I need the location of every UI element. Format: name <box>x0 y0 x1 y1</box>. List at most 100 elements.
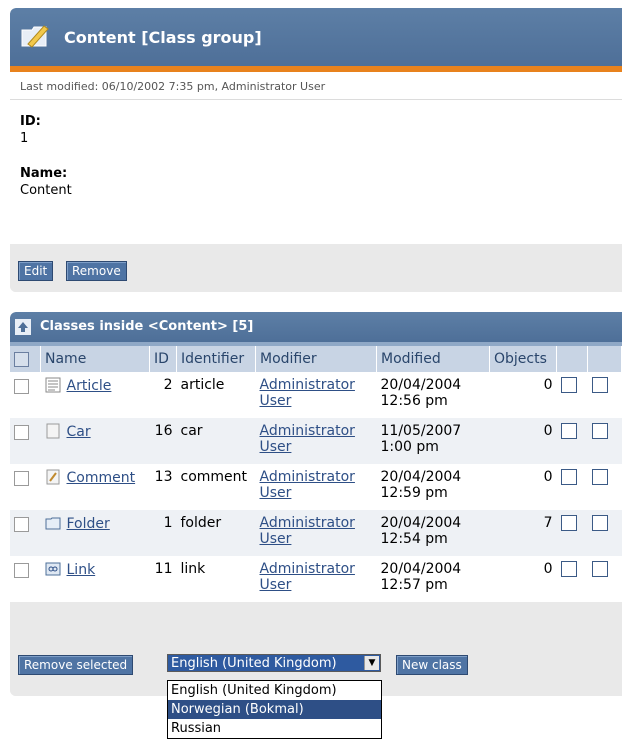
copy-icon[interactable] <box>560 515 577 531</box>
row-checkbox[interactable] <box>14 563 29 578</box>
page-title: Content [Class group] <box>64 28 262 47</box>
class-link[interactable]: Article <box>67 378 112 394</box>
language-option-english[interactable]: English (United Kingdom) <box>168 681 381 700</box>
modifier-link[interactable]: Administrator <box>260 423 355 439</box>
objects-count: 0 <box>489 418 557 464</box>
class-id: 2 <box>149 372 177 418</box>
class-link[interactable]: Comment <box>67 470 136 486</box>
edit-icon[interactable] <box>591 515 608 531</box>
col-identifier: Identifier <box>176 346 256 372</box>
class-link[interactable]: Link <box>67 562 96 578</box>
edit-icon[interactable] <box>591 469 608 485</box>
classes-table: Name ID Identifier Modifier Modified Obj… <box>10 346 622 602</box>
link-icon <box>45 562 60 576</box>
class-id: 16 <box>149 418 177 464</box>
row-checkbox[interactable] <box>14 379 29 394</box>
copy-icon[interactable] <box>560 561 577 577</box>
classes-title: Classes inside <Content> [5] <box>40 319 254 334</box>
edit-icon[interactable] <box>591 423 608 439</box>
up-arrow-icon[interactable] <box>15 319 31 335</box>
objects-count: 7 <box>489 510 557 556</box>
id-value: 1 <box>20 131 29 146</box>
class-id: 1 <box>149 510 177 556</box>
classes-header: Classes inside <Content> [5] <box>10 312 622 342</box>
modified-date: 20/04/2004 <box>380 561 462 577</box>
class-identifier: article <box>176 372 256 418</box>
class-identifier: car <box>176 418 256 464</box>
col-modifier: Modifier <box>255 346 377 372</box>
edit-icon[interactable] <box>591 561 608 577</box>
remove-selected-button[interactable]: Remove selected <box>18 655 134 675</box>
class-link[interactable]: Folder <box>67 516 110 532</box>
modifier-link-user[interactable]: User <box>260 531 292 547</box>
page: Content [Class group] Last modified: 06/… <box>0 0 622 740</box>
name-label: Name: <box>20 166 68 181</box>
row-checkbox[interactable] <box>14 425 29 440</box>
table-row: Folder 1 folder Administrator User 20/04/… <box>10 510 622 556</box>
modified-time: 12:59 pm <box>380 485 448 501</box>
modified-date: 20/04/2004 <box>380 469 462 485</box>
edit-icon[interactable] <box>591 377 608 393</box>
class-identifier: link <box>176 556 256 602</box>
modifier-link-user[interactable]: User <box>260 577 292 593</box>
language-select[interactable]: English (United Kingdom) ▼ <box>167 654 381 672</box>
row-checkbox[interactable] <box>14 517 29 532</box>
table-row: Car 16 car Administrator User 11/05/2007 1… <box>10 418 622 464</box>
comment-icon <box>46 469 59 485</box>
table-row: Comment 13 comment Administrator User 20/… <box>10 464 622 510</box>
table-header-row: Name ID Identifier Modifier Modified Obj… <box>10 346 622 372</box>
invert-selection-icon[interactable] <box>14 351 29 367</box>
chevron-down-icon[interactable]: ▼ <box>364 656 379 670</box>
last-modified: Last modified: 06/10/2002 7:35 pm, Admin… <box>20 80 326 93</box>
folder-edit-icon <box>21 25 49 48</box>
modified-time: 1:00 pm <box>380 439 439 455</box>
modified-date: 11/05/2007 <box>380 423 462 439</box>
table-row: Link 11 link Administrator User 20/04/200… <box>10 556 622 602</box>
edit-button[interactable]: Edit <box>18 261 54 281</box>
objects-count: 0 <box>489 372 557 418</box>
article-icon <box>45 377 60 393</box>
col-id: ID <box>149 346 177 372</box>
id-label: ID: <box>20 114 41 129</box>
class-group-buttons: Edit Remove <box>10 244 622 292</box>
modifier-link-user[interactable]: User <box>260 485 292 501</box>
col-modified: Modified <box>376 346 490 372</box>
remove-button[interactable]: Remove <box>66 261 127 281</box>
language-dropdown: English (United Kingdom) Norwegian (Bokm… <box>167 680 382 739</box>
modifier-link[interactable]: Administrator <box>260 469 355 485</box>
folder-icon <box>45 517 60 530</box>
class-id: 13 <box>149 464 177 510</box>
modified-date: 20/04/2004 <box>380 377 462 393</box>
modifier-link[interactable]: Administrator <box>260 515 355 531</box>
modified-time: 12:57 pm <box>380 577 448 593</box>
modified-time: 12:56 pm <box>380 393 448 409</box>
col-objects: Objects <box>489 346 557 372</box>
objects-count: 0 <box>489 556 557 602</box>
class-identifier: comment <box>176 464 256 510</box>
modifier-link[interactable]: Administrator <box>260 377 355 393</box>
table-row: Article 2 article Administrator User 20/0… <box>10 372 622 418</box>
blank-doc-icon <box>46 423 59 439</box>
modifier-link-user[interactable]: User <box>260 439 292 455</box>
language-selected: English (United Kingdom) <box>171 656 337 671</box>
class-id: 11 <box>149 556 177 602</box>
name-value: Content <box>20 183 72 198</box>
class-group-panel: Content [Class group] Last modified: 06/… <box>10 8 622 292</box>
copy-icon[interactable] <box>560 423 577 439</box>
col-name: Name <box>40 346 150 372</box>
modified-time: 12:54 pm <box>380 531 448 547</box>
divider <box>10 99 622 100</box>
new-class-button[interactable]: New class <box>396 655 468 675</box>
row-checkbox[interactable] <box>14 471 29 486</box>
language-option-norwegian[interactable]: Norwegian (Bokmal) <box>168 700 381 719</box>
modifier-link[interactable]: Administrator <box>260 561 355 577</box>
language-option-russian[interactable]: Russian <box>168 719 381 738</box>
modifier-link-user[interactable]: User <box>260 393 292 409</box>
class-group-content: Last modified: 06/10/2002 7:35 pm, Admin… <box>10 72 622 244</box>
copy-icon[interactable] <box>560 377 577 393</box>
objects-count: 0 <box>489 464 557 510</box>
class-identifier: folder <box>176 510 256 556</box>
class-group-header: Content [Class group] <box>10 8 622 66</box>
class-link[interactable]: Car <box>67 424 91 440</box>
copy-icon[interactable] <box>560 469 577 485</box>
